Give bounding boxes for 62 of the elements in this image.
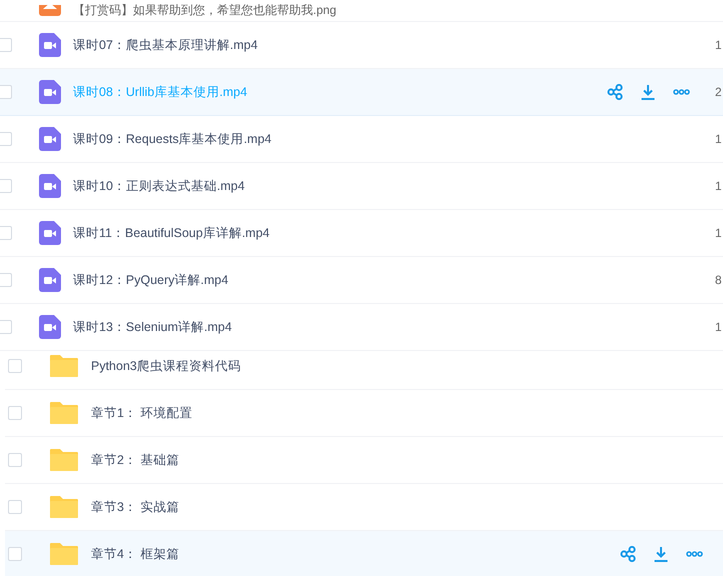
file-row[interactable]: 课时09：Requests库基本使用.mp4 1 (0, 116, 723, 163)
file-name: 课时12：PyQuery详解.mp4 (73, 272, 228, 288)
video-file-icon (39, 221, 61, 245)
folder-row[interactable]: 章节2： 基础篇 (5, 437, 723, 484)
image-file-icon (39, 5, 61, 16)
file-name: 课时08：Urllib库基本使用.mp4 (73, 84, 248, 100)
file-size: 1 (715, 320, 722, 334)
checkbox[interactable] (8, 547, 22, 561)
folder-name: 章节4： 框架篇 (91, 546, 180, 562)
file-row[interactable]: 课时12：PyQuery详解.mp4 8 (0, 257, 723, 304)
file-name: 课时09：Requests库基本使用.mp4 (73, 130, 272, 148)
more-icon[interactable] (686, 551, 703, 557)
file-name: 课时10：正则表达式基础.mp4 (73, 178, 245, 194)
checkbox[interactable] (8, 500, 22, 514)
file-size: 1 (715, 132, 722, 146)
folder-row[interactable]: 章节1： 环境配置 (5, 390, 723, 437)
share-icon[interactable] (620, 546, 636, 562)
file-name: 【打赏码】如果帮助到您，希望您也能帮助我.png (73, 2, 336, 19)
file-size: 1 (715, 226, 722, 240)
folder-name: 章节2： 基础篇 (91, 452, 180, 468)
download-icon[interactable] (653, 546, 669, 562)
checkbox[interactable] (0, 85, 12, 99)
checkbox[interactable] (8, 406, 22, 420)
video-file-icon (39, 315, 61, 339)
checkbox[interactable] (0, 38, 12, 52)
file-row[interactable]: 课时08：Urllib库基本使用.mp4 2 (0, 69, 723, 116)
checkbox[interactable] (0, 273, 12, 287)
file-size: 2 (715, 85, 722, 99)
file-size: 1 (715, 179, 722, 193)
folder-icon (50, 496, 78, 518)
more-icon[interactable] (673, 89, 690, 95)
video-file-icon (39, 268, 61, 292)
checkbox[interactable] (0, 132, 12, 146)
checkbox[interactable] (8, 453, 22, 467)
folder-row[interactable]: Python3爬虫课程资料代码 (5, 343, 723, 390)
video-file-icon (39, 33, 61, 57)
file-row[interactable]: 课时13：Selenium详解.mp4 1 (0, 304, 723, 351)
video-file-icon (39, 127, 61, 151)
folder-name: Python3爬虫课程资料代码 (91, 358, 241, 374)
video-file-icon (39, 80, 61, 104)
file-name: 课时13：Selenium详解.mp4 (73, 318, 232, 336)
folder-name: 章节1： 环境配置 (91, 404, 192, 422)
folder-name: 章节3： 实战篇 (91, 498, 180, 516)
file-name: 课时07：爬虫基本原理讲解.mp4 (73, 36, 258, 54)
folder-row[interactable]: 章节4： 框架篇 (5, 531, 723, 576)
checkbox[interactable] (0, 226, 12, 240)
folder-icon (50, 449, 78, 471)
file-row[interactable]: 【打赏码】如果帮助到您，希望您也能帮助我.png (0, 0, 723, 22)
file-size: 8 (715, 273, 722, 287)
share-icon[interactable] (607, 84, 623, 100)
folder-icon (50, 355, 78, 377)
checkbox[interactable] (8, 359, 22, 373)
video-file-icon (39, 174, 61, 198)
file-name: 课时11：BeautifulSoup库详解.mp4 (73, 224, 270, 242)
download-icon[interactable] (640, 84, 656, 100)
file-row[interactable]: 课时11：BeautifulSoup库详解.mp4 1 (0, 210, 723, 257)
file-row[interactable]: 课时10：正则表达式基础.mp4 1 (0, 163, 723, 210)
folder-icon (50, 402, 78, 424)
checkbox[interactable] (0, 179, 12, 193)
checkbox[interactable] (0, 320, 12, 334)
file-size: 1 (715, 38, 722, 52)
folder-icon (50, 543, 78, 565)
